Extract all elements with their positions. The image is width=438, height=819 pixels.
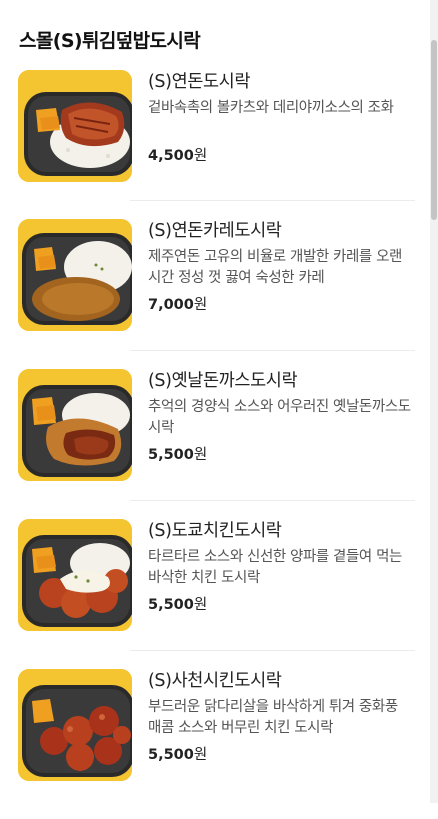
menu-item-name: (S)옛날돈까스도시락: [148, 371, 298, 391]
menu-item-price-row: 4,500원: [148, 146, 413, 166]
menu-item[interactable]: (S)도쿄치킨도시락 타르타르 소스와 신선한 양파를 곁들여 먹는 바삭한 치…: [18, 519, 415, 669]
menu-item-name: (S)사천시킨도시락: [148, 671, 282, 691]
menu-item-description: 부드러운 닭다리살을 바삭하게 튀겨 중화풍 매콤 소스와 버무린 치킨 도시락: [148, 699, 398, 736]
menu-item-info: (S)옛날돈까스도시락 추억의 경양식 소스와 어우러진 옛날돈까스도시락 5,…: [148, 369, 413, 465]
curry-lunchbox-photo: [18, 219, 132, 331]
menu-item-info: (S)도쿄치킨도시락 타르타르 소스와 신선한 양파를 곁들여 먹는 바삭한 치…: [148, 519, 413, 615]
menu-item[interactable]: (S)사천시킨도시락 부드러운 닭다리살을 바삭하게 튀겨 중화풍 매콤 소스와…: [18, 669, 415, 819]
item-divider: [130, 650, 415, 651]
menu-item-description: 제주연돈 고유의 비율로 개발한 카레를 오랜시간 정성 껏 끓여 숙성한 카레: [148, 249, 402, 286]
menu-item-name: (S)연돈도시락: [148, 72, 251, 92]
item-divider: [130, 500, 415, 501]
menu-item-price: 5,500: [148, 747, 194, 763]
menu-item-currency: 원: [193, 297, 208, 313]
menu-item-info: (S)사천시킨도시락 부드러운 닭다리살을 바삭하게 튀겨 중화풍 매콤 소스와…: [148, 669, 413, 765]
cutlet-lunchbox-photo: [18, 70, 132, 182]
menu-item-currency: 원: [193, 597, 208, 613]
section-title: 스몰(S)튀김덮밥도시락: [19, 30, 201, 52]
menu-item-price-row: 5,500원: [148, 745, 413, 765]
sichuan-chicken-lunchbox-photo: [18, 669, 132, 781]
tokyo-chicken-lunchbox-photo: [18, 519, 132, 631]
menu-item-name: (S)연돈카레도시락: [148, 221, 282, 241]
menu-item-name: (S)도쿄치킨도시락: [148, 521, 282, 541]
scrollbar-thumb[interactable]: [431, 40, 437, 220]
menu-page: 스몰(S)튀김덮밥도시락 (S)연돈도시락 겉바속촉의 볼카츠와 데리야끼소스의…: [0, 0, 430, 803]
menu-item[interactable]: (S)연돈카레도시락 제주연돈 고유의 비율로 개발한 카레를 오랜시간 정성 …: [18, 219, 415, 369]
menu-item-price: 5,500: [148, 447, 194, 463]
menu-item-description: 겉바속촉의 볼카츠와 데리야끼소스의 조화: [148, 100, 394, 116]
menu-item[interactable]: (S)연돈도시락 겉바속촉의 볼카츠와 데리야끼소스의 조화 4,500원: [18, 70, 415, 220]
menu-item-price-row: 7,000원: [148, 295, 413, 315]
menu-item-price-row: 5,500원: [148, 595, 413, 615]
item-divider: [130, 200, 415, 201]
menu-item-currency: 원: [193, 148, 208, 164]
menu-item-price: 7,000: [148, 297, 194, 313]
menu-item-currency: 원: [193, 447, 208, 463]
scrollbar[interactable]: [430, 0, 438, 803]
menu-item-price-row: 5,500원: [148, 445, 413, 465]
menu-item-info: (S)연돈도시락 겉바속촉의 볼카츠와 데리야끼소스의 조화 4,500원: [148, 70, 413, 166]
menu-item-price: 5,500: [148, 597, 194, 613]
menu-item-info: (S)연돈카레도시락 제주연돈 고유의 비율로 개발한 카레를 오랜시간 정성 …: [148, 219, 413, 315]
menu-item[interactable]: (S)옛날돈까스도시락 추억의 경양식 소스와 어우러진 옛날돈까스도시락 5,…: [18, 369, 415, 519]
item-divider: [130, 350, 415, 351]
menu-item-description: 타르타르 소스와 신선한 양파를 곁들여 먹는 바삭한 치킨 도시락: [148, 549, 402, 586]
menu-item-currency: 원: [193, 747, 208, 763]
menu-item-price: 4,500: [148, 148, 194, 164]
menu-item-description: 추억의 경양식 소스와 어우러진 옛날돈까스도시락: [148, 399, 411, 436]
pork-cutlet-lunchbox-photo: [18, 369, 132, 481]
